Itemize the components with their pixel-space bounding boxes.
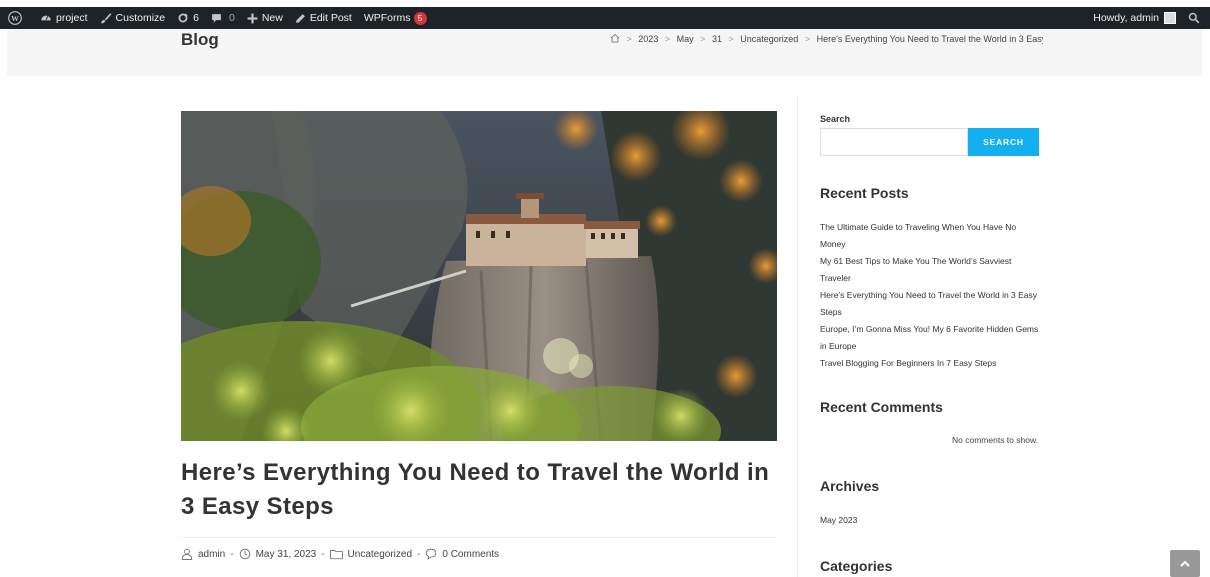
wpforms-link[interactable]: WPForms 5 [358, 7, 433, 29]
page-title: Blog [181, 30, 219, 49]
site-name-link[interactable]: project [34, 7, 94, 29]
breadcrumb: > 2023 > May > 31 > Uncategorized > Here… [610, 32, 1043, 46]
updates-icon [178, 13, 188, 23]
meta-category[interactable]: Uncategorized [329, 548, 413, 560]
post-date: May 31, 2023 [255, 548, 317, 560]
recent-posts-list: The Ultimate Guide to Traveling When You… [820, 219, 1040, 372]
site-name: project [56, 12, 88, 24]
search-input[interactable] [820, 128, 968, 156]
breadcrumb-separator: > [804, 34, 811, 44]
breadcrumb-separator: > [664, 34, 671, 44]
user-icon [181, 548, 193, 560]
edit-post-link[interactable]: Edit Post [289, 7, 358, 29]
wpforms-badge: 5 [413, 11, 427, 25]
list-item: Europe, I’m Gonna Miss You! My 6 Favorit… [820, 321, 1040, 355]
avatar [1164, 12, 1176, 24]
breadcrumb-category[interactable]: Uncategorized [740, 34, 798, 44]
breadcrumb-day[interactable]: 31 [712, 34, 722, 44]
post-title: Here’s Everything You Need to Travel the… [181, 459, 770, 520]
customize-label: Customize [115, 12, 166, 24]
archives-title: Archives [820, 478, 880, 494]
svg-text:W: W [11, 14, 19, 23]
scroll-to-top-button[interactable] [1170, 550, 1200, 577]
post-meta: admin - May 31, 2023 - Uncategorized - 0… [181, 548, 499, 560]
meta-separator: - [417, 548, 421, 560]
paintbrush-icon [100, 13, 111, 24]
chevron-up-icon [1180, 560, 1190, 567]
clock-icon [239, 548, 250, 560]
new-label: New [261, 12, 283, 24]
comments-count-link: 0 Comments [442, 548, 500, 560]
breadcrumb-current: Here's Everything You Need to Travel the… [816, 34, 1043, 44]
updates-count: 6 [193, 12, 199, 24]
meta-author[interactable]: admin [181, 548, 225, 560]
new-content-link[interactable]: New [241, 7, 289, 29]
list-item: Travel Blogging For Beginners In 7 Easy … [820, 355, 1040, 372]
comments-link[interactable]: 0 [205, 7, 241, 29]
recent-post-link[interactable]: Here’s Everything You Need to Travel the… [820, 290, 1037, 317]
featured-image-illustration [181, 111, 777, 441]
breadcrumb-year[interactable]: 2023 [638, 34, 658, 44]
recent-post-link[interactable]: Travel Blogging For Beginners In 7 Easy … [820, 358, 996, 368]
my-account-link[interactable]: Howdy, admin [1087, 7, 1182, 29]
admin-search-icon[interactable] [1182, 7, 1210, 29]
folder-icon [329, 550, 343, 560]
category-name: Uncategorized [347, 548, 413, 560]
meta-separator: - [230, 548, 234, 560]
recent-posts-title: Recent Posts [820, 185, 909, 201]
dashboard-icon [41, 15, 51, 21]
plus-icon [247, 13, 258, 23]
breadcrumb-separator: > [700, 34, 706, 44]
list-item: The Ultimate Guide to Traveling When You… [820, 219, 1040, 253]
no-comments-text: No comments to show. [952, 435, 1038, 445]
sidebar-divider [797, 95, 798, 577]
meta-comments[interactable]: 0 Comments [425, 548, 499, 560]
search-button[interactable]: SEARCH [968, 128, 1039, 156]
recent-comments-title: Recent Comments [820, 399, 943, 415]
page-header: Blog > 2023 > May > 31 > Uncategorized >… [7, 29, 1202, 76]
featured-image[interactable] [181, 111, 777, 441]
howdy-label: Howdy, admin [1093, 12, 1159, 24]
breadcrumb-month[interactable]: May [677, 34, 694, 44]
list-item: My 61 Best Tips to Make You The World’s … [820, 253, 1040, 287]
comments-count: 0 [228, 12, 235, 24]
pencil-icon [295, 13, 305, 23]
recent-post-link[interactable]: My 61 Best Tips to Make You The World’s … [820, 256, 1011, 283]
updates-link[interactable]: 6 [171, 7, 205, 29]
author-name: admin [198, 548, 226, 560]
home-icon[interactable] [610, 33, 620, 43]
comment-icon [426, 548, 437, 560]
wpforms-label: WPForms [363, 12, 411, 24]
archive-link[interactable]: May 2023 [820, 515, 857, 525]
recent-post-link[interactable]: Europe, I’m Gonna Miss You! My 6 Favorit… [820, 324, 1038, 351]
meta-separator: - [321, 548, 325, 560]
breadcrumb-separator: > [626, 34, 632, 44]
categories-title: Categories [820, 558, 893, 574]
edit-post-label: Edit Post [309, 12, 352, 24]
meta-date: May 31, 2023 [239, 548, 317, 560]
recent-post-link[interactable]: The Ultimate Guide to Traveling When You… [820, 222, 1016, 249]
divider [181, 537, 777, 538]
customize-link[interactable]: Customize [94, 7, 172, 29]
search-label: Search [820, 114, 851, 124]
wordpress-logo-icon[interactable]: W [0, 7, 34, 29]
list-item: Here’s Everything You Need to Travel the… [820, 287, 1040, 321]
comment-bubble-icon [212, 13, 221, 23]
breadcrumb-separator: > [728, 34, 734, 44]
admin-bar: W project Customize 6 0 New Edit Post WP… [0, 7, 1210, 29]
